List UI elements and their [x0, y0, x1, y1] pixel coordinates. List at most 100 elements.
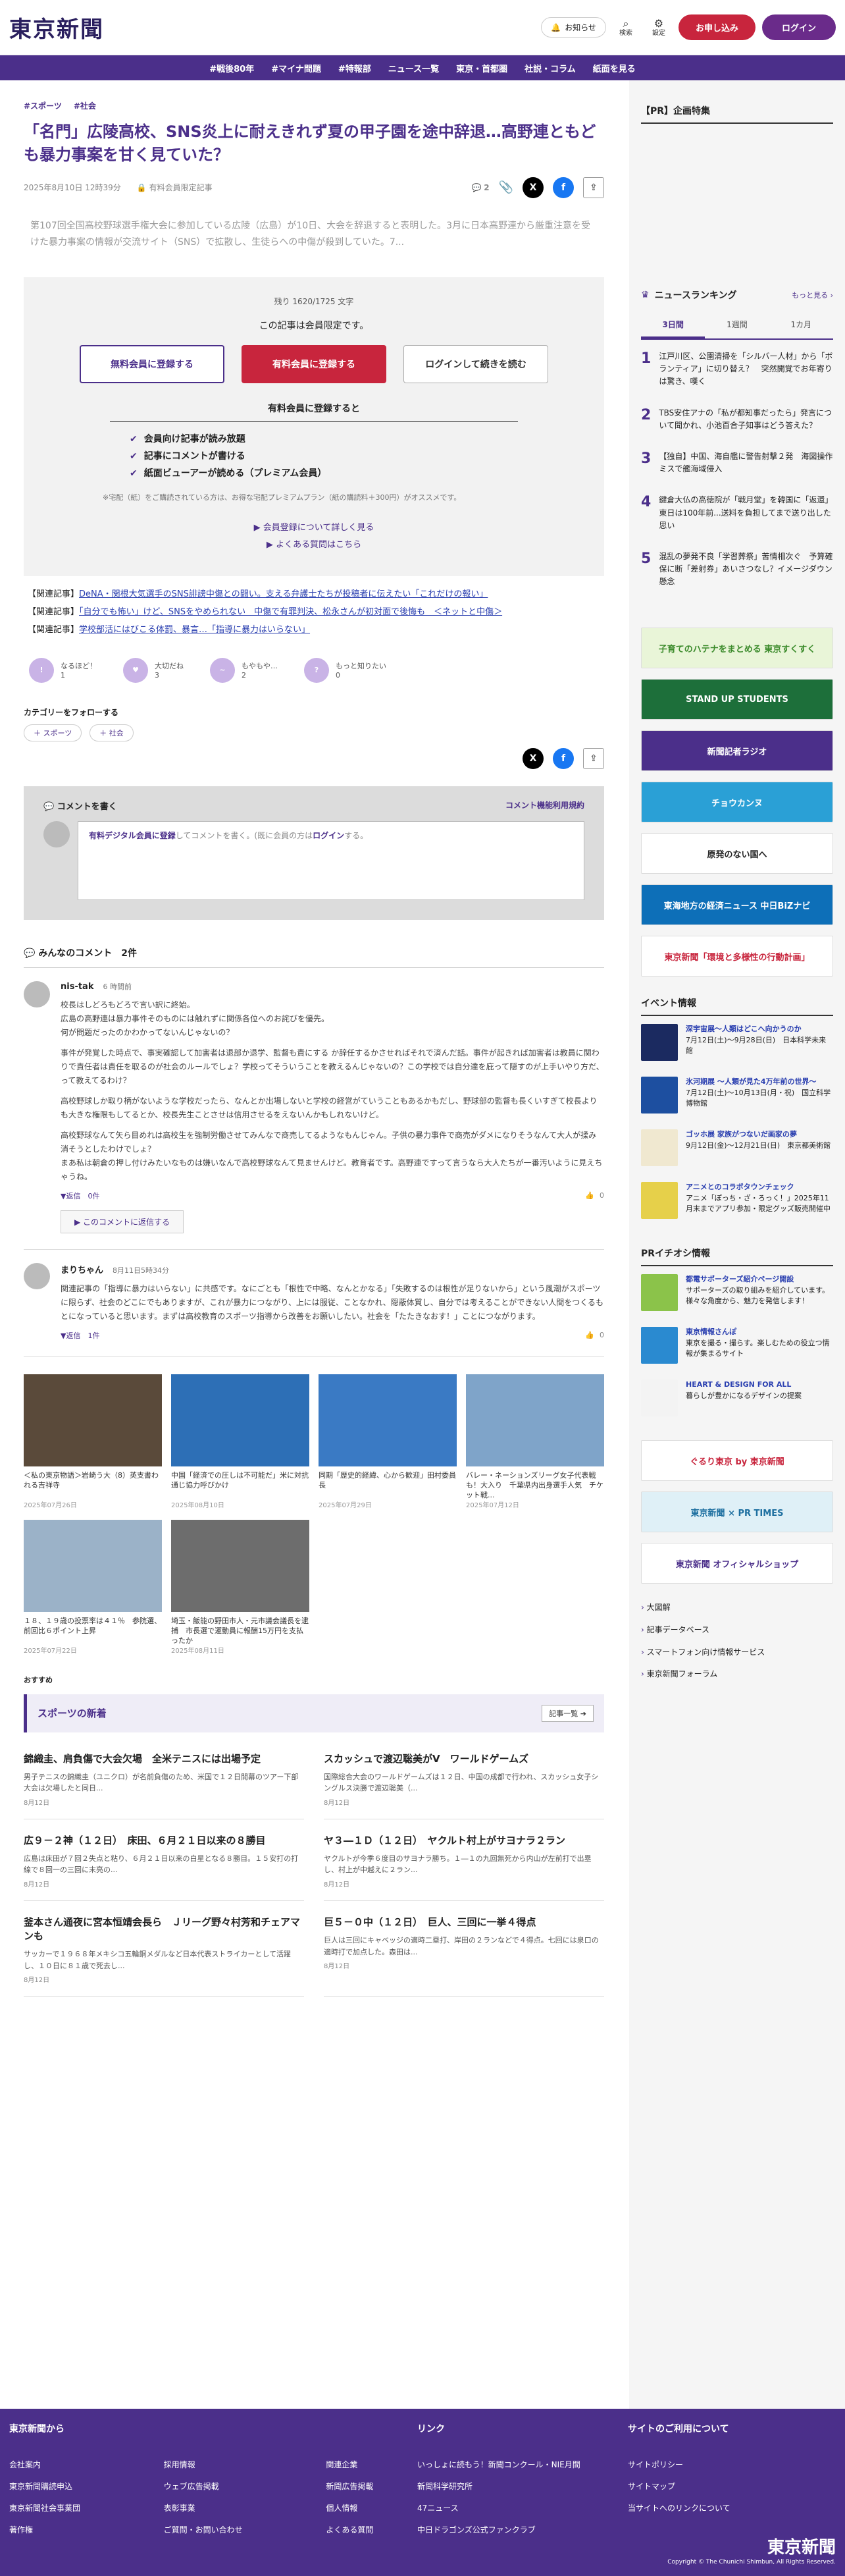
site-logo[interactable]: 東京新聞: [9, 11, 104, 43]
ranking-more-link[interactable]: もっと見る ›: [792, 290, 833, 300]
photo-card[interactable]: 中国「経済での圧しは不可能だ」米に対抗通じ協力呼びかけ 2025年08月10日: [171, 1374, 309, 1509]
side-link[interactable]: 大図解: [641, 1597, 833, 1619]
pr-info-item[interactable]: 東京情報さんぽ 東京を撮る・撮らす。楽しむための役立つ情報が集まるサイト: [641, 1319, 833, 1372]
nav-item[interactable]: 紙面を見る: [593, 62, 636, 74]
banner[interactable]: 東海地方の経済ニュース 中日BiZナビ: [641, 884, 833, 926]
nav-item[interactable]: #戦後80年: [209, 62, 254, 74]
footer-link[interactable]: ウェブ広告掲載: [164, 2481, 287, 2492]
banner[interactable]: 東京新聞 オフィシャルショップ: [641, 1543, 833, 1584]
sports-item[interactable]: 錦織圭、肩負傷で大会欠場 全米テニスには出場予定 男子テニスの錦織圭（ユニクロ）が…: [24, 1738, 304, 1819]
nav-item[interactable]: 東京・首都圏: [456, 62, 507, 74]
event-item[interactable]: 氷河期展 〜人類が見た4万年前の世界〜 7月12日(土)〜10月13日(月・祝) …: [641, 1069, 833, 1121]
photo-card[interactable]: 同期「歴史的経緯、心から歓迎」田村委員長 2025年07月29日: [319, 1374, 457, 1509]
event-item[interactable]: ゴッホ展 家族がつないだ画家の夢 9月12日(金)〜12月21日(日) 東京都美術…: [641, 1121, 833, 1174]
pr-info-item[interactable]: 都電サポーターズ紹介ページ開設 サポーターズの取り組みを紹介しています。様々な角度…: [641, 1266, 833, 1319]
banner[interactable]: 新聞記者ラジオ: [641, 730, 833, 772]
footer-link[interactable]: いっしょに読もう！新聞コンクール・NIE月間: [417, 2459, 628, 2470]
footer-link[interactable]: 著作権: [9, 2524, 124, 2535]
clip-icon[interactable]: 📎: [499, 180, 513, 194]
banner[interactable]: チョウカンヌ: [641, 782, 833, 823]
ranking-item[interactable]: 4 鍵倉大仏の高徳院が「戦月堂」を韓国に「返還」 東日は100年前...送料を負担…: [641, 483, 833, 540]
footer-link[interactable]: 東京新聞購読申込: [9, 2481, 124, 2492]
nav-item[interactable]: 社説・コラム: [525, 62, 576, 74]
x-share-icon[interactable]: X: [523, 176, 544, 198]
notice-button[interactable]: 🔔 お知らせ: [541, 17, 606, 38]
side-link[interactable]: 記事データベース: [641, 1619, 833, 1642]
footer-link[interactable]: 採用情報: [164, 2459, 287, 2470]
footer-link[interactable]: 当サイトへのリンクについて: [628, 2502, 730, 2513]
facebook-share-icon[interactable]: f: [553, 747, 574, 769]
sports-item[interactable]: 釜本さん通夜に宮本恒靖会長ら Ｊリーグ野々村芳和チェアマンも サッカーで１９６８年…: [24, 1901, 304, 1997]
footer-link[interactable]: 表彰事業: [164, 2502, 287, 2513]
related-link[interactable]: 学校部活にはびこる体罰、暴言…「指導に暴力はいらない」: [79, 625, 310, 635]
banner[interactable]: ぐるり東京 by 東京新聞: [641, 1440, 833, 1482]
like-button[interactable]: 👍 0: [585, 1331, 604, 1339]
tag-link[interactable]: #社会: [74, 100, 96, 111]
footer-link[interactable]: 47ニュース: [417, 2502, 628, 2513]
event-item[interactable]: アニメとのコラボタウンチェック アニメ「ぽっち・ざ・ろっく！」2025年11月末ま…: [641, 1174, 833, 1227]
reaction-taisetsu[interactable]: ♥ 大切だね 3: [123, 657, 184, 683]
nav-item[interactable]: #特報部: [338, 62, 371, 74]
banner[interactable]: 東京新聞「環境と多様性の行動計画」: [641, 936, 833, 977]
sports-item[interactable]: 巨５－０中（１２日） 巨人、三回に一挙４得点 巨人は三回にキャベッジの適時二塁打、…: [324, 1901, 604, 1997]
footer-link[interactable]: 個人情報: [326, 2502, 417, 2513]
nav-item[interactable]: ニュース一覧: [388, 62, 439, 74]
follow-sports-button[interactable]: ＋ スポーツ: [24, 724, 82, 741]
share-icon[interactable]: ⇪: [583, 747, 604, 769]
apply-button[interactable]: お申し込み: [678, 14, 755, 40]
login-link[interactable]: ログイン: [313, 831, 344, 840]
follow-society-button[interactable]: ＋ 社会: [90, 724, 134, 741]
x-share-icon[interactable]: X: [523, 747, 544, 769]
reply-button[interactable]: ▶ このコメントに返信する: [61, 1210, 184, 1233]
free-register-button[interactable]: 無料会員に登録する: [80, 344, 224, 383]
comment-input[interactable]: 有料デジタル会員に登録してコメントを書く。(既に会員の方はログインする。: [78, 820, 584, 900]
footer-link[interactable]: 新聞科学研究所: [417, 2481, 628, 2492]
sports-item[interactable]: 広９－２神（１２日） 床田、６月２１日以来の８勝目 広島は床田が７回２失点と粘り、…: [24, 1819, 304, 1901]
nav-item[interactable]: #マイナ問題: [271, 62, 321, 74]
ranking-item[interactable]: 5 混乱の夢発不良「学習葬祭」苦情相次ぐ 予算確保に断「差射券」あいさつなし？イメ…: [641, 540, 833, 597]
footer-link[interactable]: ご質問・お問い合わせ: [164, 2524, 287, 2535]
replies-toggle[interactable]: ▼返信 0件: [61, 1191, 99, 1201]
banner[interactable]: 子育てのハテナをまとめる 東京すくすく: [641, 628, 833, 669]
footer-link[interactable]: 東京新聞社会事業団: [9, 2502, 124, 2513]
tab-1month[interactable]: 1カ月: [769, 312, 833, 338]
tag-link[interactable]: #スポーツ: [24, 100, 62, 111]
footer-link[interactable]: サイトポリシー: [628, 2459, 730, 2470]
photo-card[interactable]: １８、１９歳の投票率は４１％ 参院選、前回比６ポイント上昇 2025年07月22日: [24, 1519, 162, 1655]
ranking-item[interactable]: 2 TBS安住アナの「私が都知事だったら」発言について聞かれ、小池百合子知事はどう…: [641, 396, 833, 440]
footer-link[interactable]: 中日ドラゴンズ公式ファンクラブ: [417, 2524, 628, 2535]
related-link[interactable]: DeNA・関根大気選手のSNS誹謗中傷との闘い。支える弁護士たちが投稿者に伝えた…: [79, 589, 488, 599]
tab-3days[interactable]: 3日間: [641, 312, 705, 338]
membership-details-link[interactable]: ▶ 会員登録について詳しく見る: [43, 520, 584, 537]
login-continue-button[interactable]: ログインして続きを読む: [403, 344, 548, 383]
like-button[interactable]: 👍 0: [585, 1191, 604, 1200]
pr-info-item[interactable]: HEART & DESIGN FOR ALL 暮らしが豊かになるデザインの提案: [641, 1372, 833, 1424]
login-button[interactable]: ログイン: [761, 14, 836, 40]
comment-count[interactable]: 💬 2: [471, 183, 489, 192]
sports-item[interactable]: ヤ３―１Ｄ（１２日） ヤクルト村上がサヨナラ２ラン ヤクルトが今季６度目のサヨナラ…: [324, 1819, 604, 1901]
share-icon[interactable]: ⇪: [583, 176, 604, 198]
side-link[interactable]: 東京新聞フォーラム: [641, 1663, 833, 1686]
footer-link[interactable]: よくある質問: [326, 2524, 417, 2535]
banner[interactable]: 原発のない国へ: [641, 833, 833, 874]
faq-link[interactable]: ▶ よくある質問はこちら: [43, 537, 584, 554]
ranking-item[interactable]: 1 江戸川区、公園清掃を「シルバー人材」から「ボランティア」に切り替え？ 突然開覚…: [641, 340, 833, 396]
reaction-motto[interactable]: ? もっと知りたい 0: [304, 657, 386, 683]
banner[interactable]: 東京新聞 × PR TIMES: [641, 1491, 833, 1533]
photo-card[interactable]: 埼玉・飯能の野田市人・元市議会議長を逮捕 市長選で運動員に報酬15万円を支払った…: [171, 1519, 309, 1655]
facebook-share-icon[interactable]: f: [553, 176, 574, 198]
sports-more-button[interactable]: 記事一覧 ➔: [542, 1704, 594, 1722]
comment-rules-link[interactable]: コメント機能利用規約: [505, 799, 584, 812]
photo-card[interactable]: ＜私の東京物語＞岩崎う大（8）英支書われる吉祥寺 2025年07月26日: [24, 1374, 162, 1509]
event-item[interactable]: 深宇宙展〜人類はどこへ向かうのか 7月12日(土)〜9月28日(日) 日本科学未来…: [641, 1016, 833, 1069]
sports-item[interactable]: スカッシュで渡辺聡美がV ワールドゲームズ 国際総合大会のワールドゲームズは１２日…: [324, 1738, 604, 1819]
banner[interactable]: STAND UP STUDENTS: [641, 679, 833, 720]
search-button[interactable]: ⌕ 検索: [613, 17, 639, 38]
replies-toggle[interactable]: ▼返信 1件: [61, 1330, 99, 1341]
footer-link[interactable]: 新聞広告掲載: [326, 2481, 417, 2492]
footer-link[interactable]: 会社案内: [9, 2459, 124, 2470]
ranking-item[interactable]: 3 【独自】中国、海自艦に警告射撃２発 海図操作ミスで艦海域侵入: [641, 440, 833, 483]
related-link[interactable]: 「自分でも怖い」けど、SNSをやめられない 中傷で有罪判決、松永さんが初対面で後…: [79, 607, 502, 617]
footer-link[interactable]: 関連企業: [326, 2459, 417, 2470]
footer-logo[interactable]: 東京新聞: [767, 2534, 836, 2558]
